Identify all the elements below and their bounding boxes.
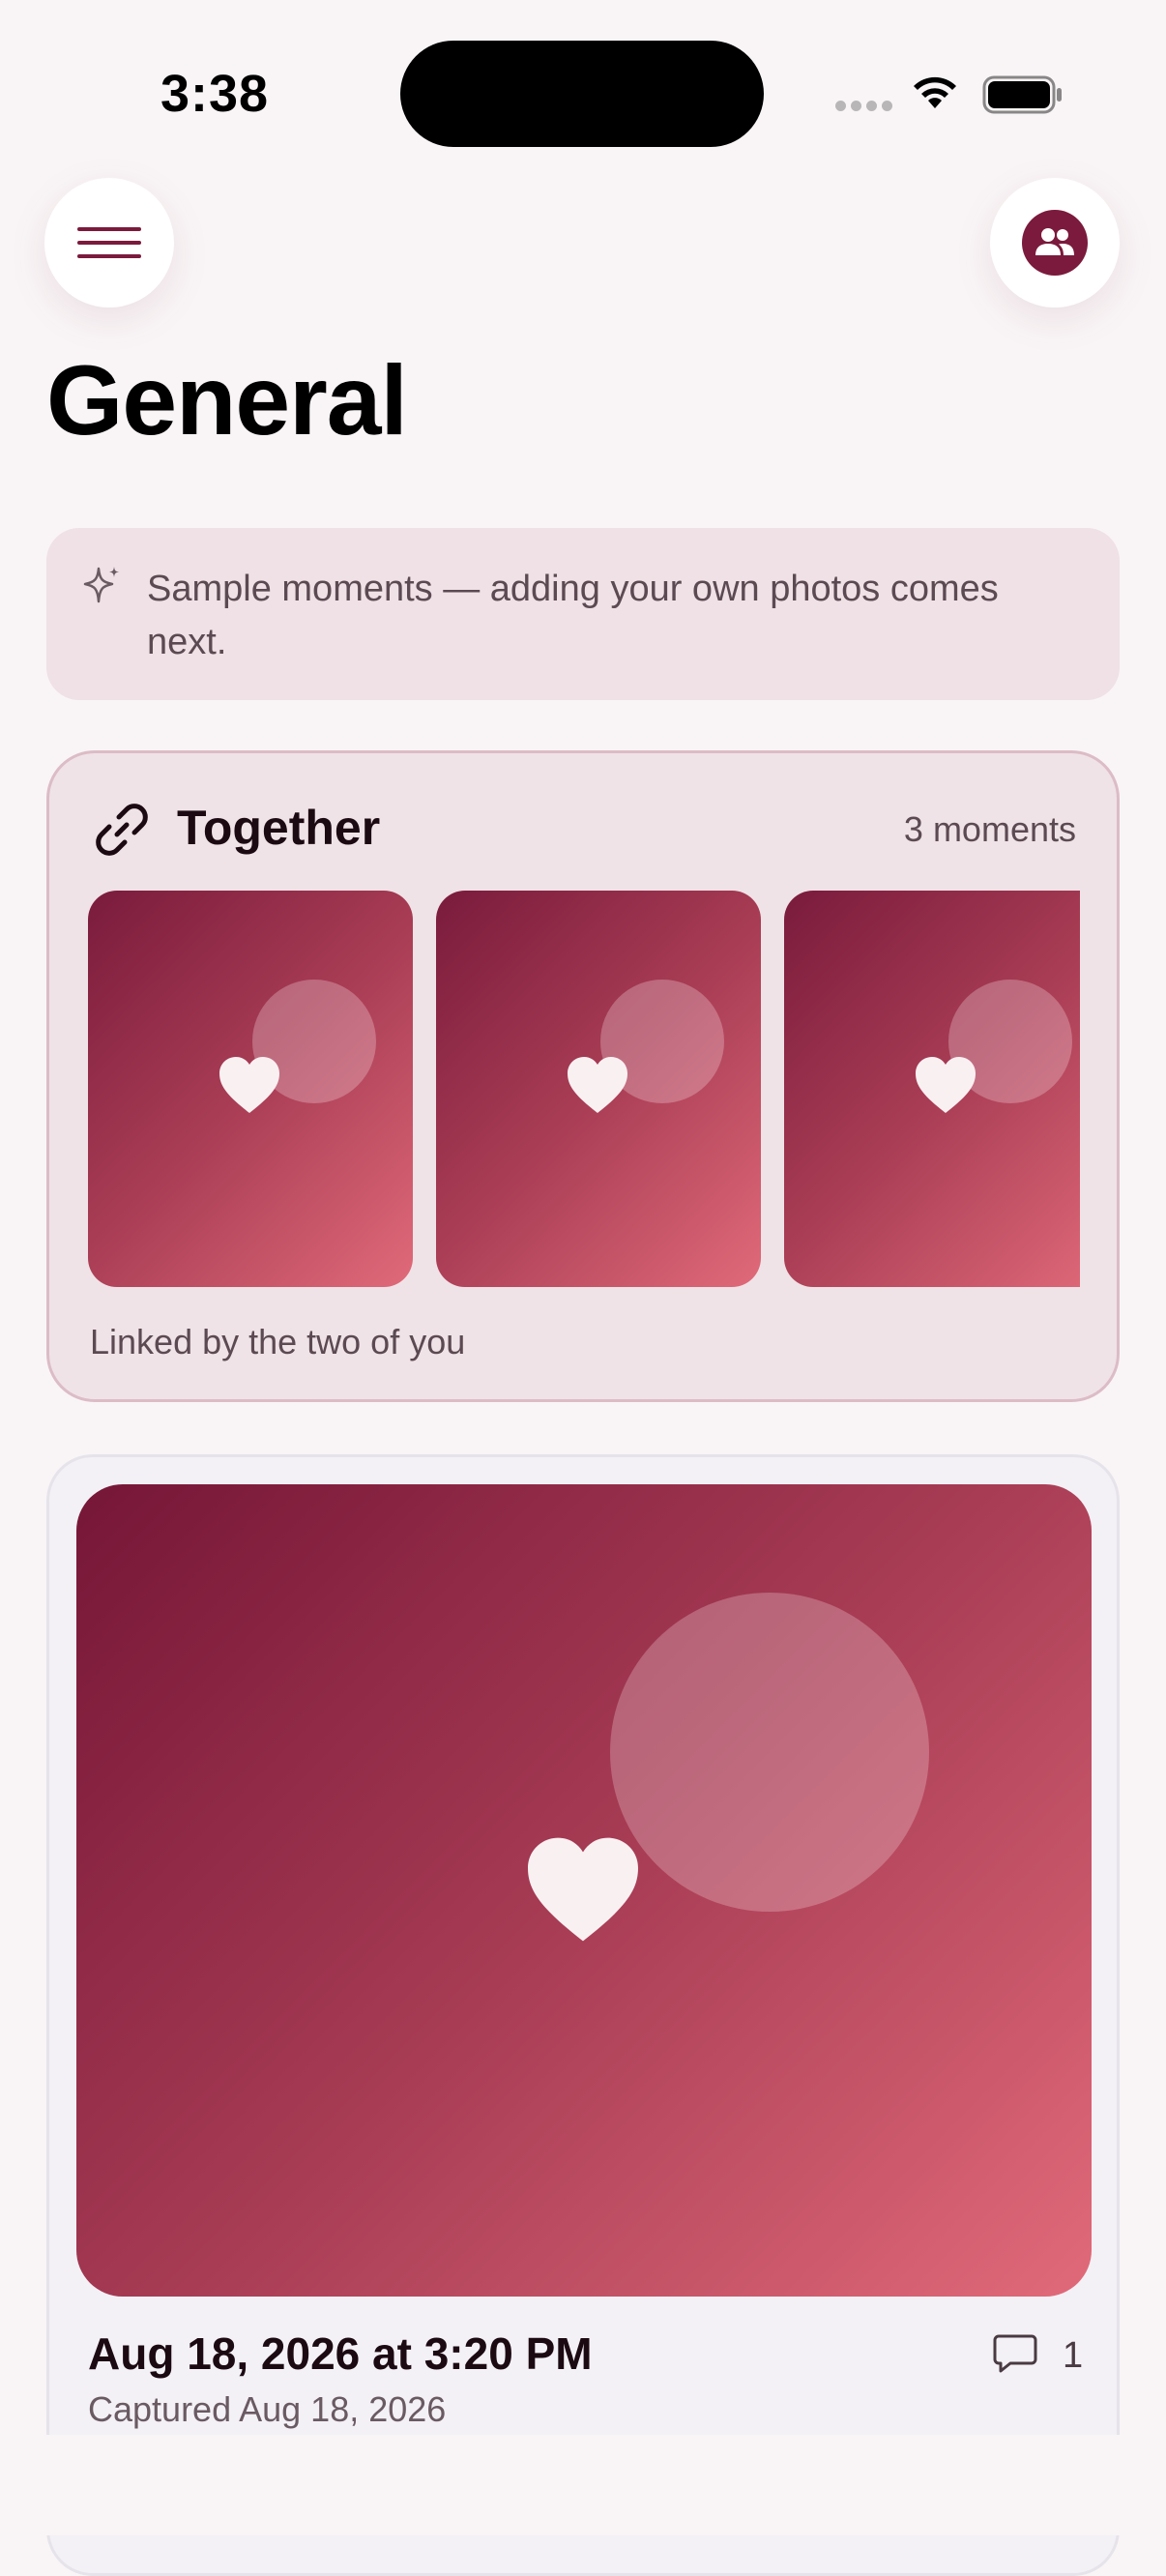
captured-date: Captured Aug 18, 2026: [88, 2389, 447, 2429]
heart-icon: [568, 1057, 627, 1113]
wifi-icon: [914, 76, 956, 108]
status-time: 3:38: [160, 65, 270, 123]
sample-moments-banner: Sample moments — adding your own photos …: [46, 528, 1120, 700]
together-collection-card[interactable]: Together 3 moments Linked by the two of …: [46, 750, 1120, 1402]
moment-thumbnail-strip[interactable]: [88, 891, 1080, 1287]
bottom-safe-area: [0, 2435, 1166, 2535]
moment-thumbnail[interactable]: [88, 891, 413, 1287]
banner-text: Sample moments — adding your own photos …: [147, 569, 999, 662]
together-title: Together: [177, 801, 381, 855]
sparkle-icon: [83, 567, 119, 603]
menu-button[interactable]: [44, 178, 174, 307]
moment-card[interactable]: Aug 18, 2026 at 3:20 PM 1 Captured Aug 1…: [46, 1454, 1120, 2576]
heart-icon: [916, 1057, 976, 1113]
page-title: General: [46, 345, 408, 455]
partner-button[interactable]: [990, 178, 1120, 307]
heart-icon: [219, 1057, 279, 1113]
status-bar: 3:38: [0, 0, 1166, 174]
heart-icon: [528, 1837, 638, 1942]
couple-icon: [1035, 228, 1074, 255]
dynamic-island: [400, 41, 764, 147]
photo-bubble: [610, 1593, 929, 1912]
hamburger-icon: [77, 227, 141, 258]
comment-count: 1: [1063, 2335, 1084, 2376]
partner-avatar: [1022, 210, 1088, 276]
moment-thumbnail[interactable]: [436, 891, 761, 1287]
comment-icon[interactable]: [993, 2333, 1037, 2374]
moment-count: 3 moments: [903, 809, 1076, 849]
moment-thumbnail[interactable]: [784, 891, 1080, 1287]
together-caption: Linked by the two of you: [90, 1322, 466, 1361]
moment-date: Aug 18, 2026 at 3:20 PM: [88, 2328, 593, 2379]
moment-photo[interactable]: [76, 1484, 1092, 2297]
battery-icon: [982, 75, 1062, 114]
cellular-signal-icon: [835, 101, 892, 111]
link-icon: [96, 804, 148, 856]
